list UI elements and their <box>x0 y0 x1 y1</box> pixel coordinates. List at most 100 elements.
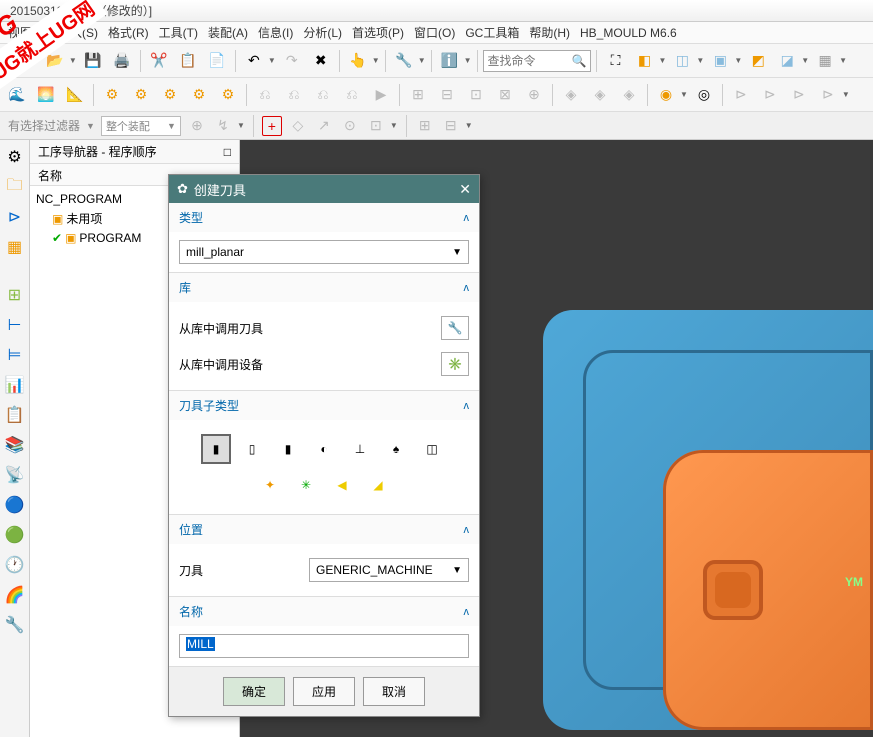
cam14-icon[interactable]: ⊞ <box>405 82 431 108</box>
nav5-icon[interactable]: ⊢ <box>4 314 26 336</box>
nav2-icon[interactable]: ⊳ <box>4 206 26 228</box>
cam10-icon[interactable]: ⎌ <box>281 82 307 108</box>
tool1-icon[interactable]: 🔧 <box>391 48 417 74</box>
ok-button[interactable]: 确定 <box>223 677 285 706</box>
subtype-2-icon[interactable]: ▯ <box>237 434 267 464</box>
subtype-3-icon[interactable]: ▮ <box>273 434 303 464</box>
cam20-icon[interactable]: ◈ <box>587 82 613 108</box>
print-icon[interactable]: 🖨️ <box>109 48 135 74</box>
f8-icon[interactable]: ⊞ <box>415 116 435 136</box>
f5-icon[interactable]: ↗ <box>314 116 334 136</box>
nav15-icon[interactable]: 🔧 <box>4 614 26 636</box>
gear-icon[interactable]: ⚙ <box>4 146 26 168</box>
cam7-icon[interactable]: ⚙ <box>186 82 212 108</box>
cam1-icon[interactable]: 🌊 <box>4 82 30 108</box>
section-type-header[interactable]: 类型 ʌ <box>169 203 479 232</box>
cam2-icon[interactable]: 🌅 <box>33 82 59 108</box>
f3-icon[interactable]: + <box>262 116 282 136</box>
cam5-icon[interactable]: ⚙ <box>128 82 154 108</box>
info-icon[interactable]: ℹ️ <box>437 48 463 74</box>
cut-icon[interactable]: ✂️ <box>146 48 172 74</box>
touch-icon[interactable]: 👆 <box>345 48 371 74</box>
cam11-icon[interactable]: ⎌ <box>310 82 336 108</box>
cam12-icon[interactable]: ⎌ <box>339 82 365 108</box>
cam23-icon[interactable]: ◎ <box>691 82 717 108</box>
cam16-icon[interactable]: ⊡ <box>463 82 489 108</box>
delete-icon[interactable]: ✖ <box>308 48 334 74</box>
cube1-icon[interactable]: ◫ <box>669 48 695 74</box>
f7-icon[interactable]: ⊡ <box>366 116 386 136</box>
nav9-icon[interactable]: 📚 <box>4 434 26 456</box>
cam8-icon[interactable]: ⚙ <box>215 82 241 108</box>
name-input[interactable]: MILL <box>179 634 469 658</box>
cam9-icon[interactable]: ⎌ <box>252 82 278 108</box>
undo-icon[interactable]: ↶ <box>241 48 267 74</box>
open-icon[interactable]: 📂 <box>42 48 68 74</box>
subtype-10-icon[interactable]: ◀ <box>327 470 357 500</box>
subtype-6-icon[interactable]: ♠ <box>381 434 411 464</box>
cube2-icon[interactable]: ▣ <box>707 48 733 74</box>
nav12-icon[interactable]: 🟢 <box>4 524 26 546</box>
subtype-11-icon[interactable]: ◢ <box>363 470 393 500</box>
search-input[interactable] <box>488 54 568 68</box>
menu-format[interactable]: 格式(R) <box>108 24 149 41</box>
close-icon[interactable]: ✕ <box>459 181 471 198</box>
dialog-titlebar[interactable]: ✿ 创建刀具 ✕ <box>169 175 479 203</box>
cube3-icon[interactable]: ◩ <box>745 48 771 74</box>
lib-tool-button[interactable]: 🔧 <box>441 316 469 340</box>
cube4-icon[interactable]: ◪ <box>774 48 800 74</box>
paste-icon[interactable]: 📄 <box>204 48 230 74</box>
subtype-7-icon[interactable]: ◫ <box>417 434 447 464</box>
section-name-header[interactable]: 名称 ʌ <box>169 597 479 626</box>
cam21-icon[interactable]: ◈ <box>616 82 642 108</box>
section-subtype-header[interactable]: 刀具子类型 ʌ <box>169 391 479 420</box>
menu-tools[interactable]: 工具(T) <box>159 24 198 41</box>
nav1-icon[interactable]: 🗀 <box>4 176 26 198</box>
menu-gctools[interactable]: GC工具箱 <box>465 24 519 41</box>
cam19-icon[interactable]: ◈ <box>558 82 584 108</box>
view-icon[interactable]: ◧ <box>631 48 657 74</box>
subtype-9-icon[interactable]: ✳ <box>291 470 321 500</box>
subtype-8-icon[interactable]: ✦ <box>255 470 285 500</box>
menu-view[interactable]: 视图(V) <box>8 24 48 41</box>
f9-icon[interactable]: ⊟ <box>441 116 461 136</box>
redo-icon[interactable]: ↷ <box>279 48 305 74</box>
section-position-header[interactable]: 位置 ʌ <box>169 515 479 544</box>
nav6-icon[interactable]: ⊨ <box>4 344 26 366</box>
cam27-icon[interactable]: ⊳ <box>815 82 841 108</box>
nav10-icon[interactable]: 📡 <box>4 464 26 486</box>
menu-preferences[interactable]: 首选项(P) <box>352 24 404 41</box>
save-icon[interactable]: 💾 <box>80 48 106 74</box>
lib-device-button[interactable]: ✳️ <box>441 352 469 376</box>
section-lib-header[interactable]: 库 ʌ <box>169 273 479 302</box>
shade-icon[interactable]: ▦ <box>812 48 838 74</box>
f1-icon[interactable]: ⊕ <box>187 116 207 136</box>
cam18-icon[interactable]: ⊕ <box>521 82 547 108</box>
f4-icon[interactable]: ◇ <box>288 116 308 136</box>
nav11-icon[interactable]: 🔵 <box>4 494 26 516</box>
cam26-icon[interactable]: ⊳ <box>786 82 812 108</box>
cam6-icon[interactable]: ⚙ <box>157 82 183 108</box>
cancel-button[interactable]: 取消 <box>363 677 425 706</box>
cam13-icon[interactable]: ▶ <box>368 82 394 108</box>
nav-collapse-icon[interactable]: □ <box>224 145 231 159</box>
subtype-4-icon[interactable]: ◐ <box>309 434 339 464</box>
f6-icon[interactable]: ⊙ <box>340 116 360 136</box>
command-search[interactable]: 🔍 <box>483 50 592 72</box>
menu-assembly[interactable]: 装配(A) <box>208 24 248 41</box>
menu-insert[interactable]: 插入(S) <box>58 24 98 41</box>
cam15-icon[interactable]: ⊟ <box>434 82 460 108</box>
new-icon[interactable]: 📄 <box>4 48 30 74</box>
nav3-icon[interactable]: ▦ <box>4 236 26 258</box>
menu-info[interactable]: 信息(I) <box>258 24 293 41</box>
nav13-icon[interactable]: 🕐 <box>4 554 26 576</box>
filter-combo[interactable]: 整个装配▼ <box>101 116 181 136</box>
apply-button[interactable]: 应用 <box>293 677 355 706</box>
nav8-icon[interactable]: 📋 <box>4 404 26 426</box>
cam4-icon[interactable]: ⚙ <box>99 82 125 108</box>
f2-icon[interactable]: ↯ <box>213 116 233 136</box>
nav4-icon[interactable]: ⊞ <box>4 284 26 306</box>
search-icon[interactable]: 🔍 <box>572 54 587 68</box>
copy-icon[interactable]: 📋 <box>175 48 201 74</box>
fit-icon[interactable]: ⛶ <box>602 48 628 74</box>
